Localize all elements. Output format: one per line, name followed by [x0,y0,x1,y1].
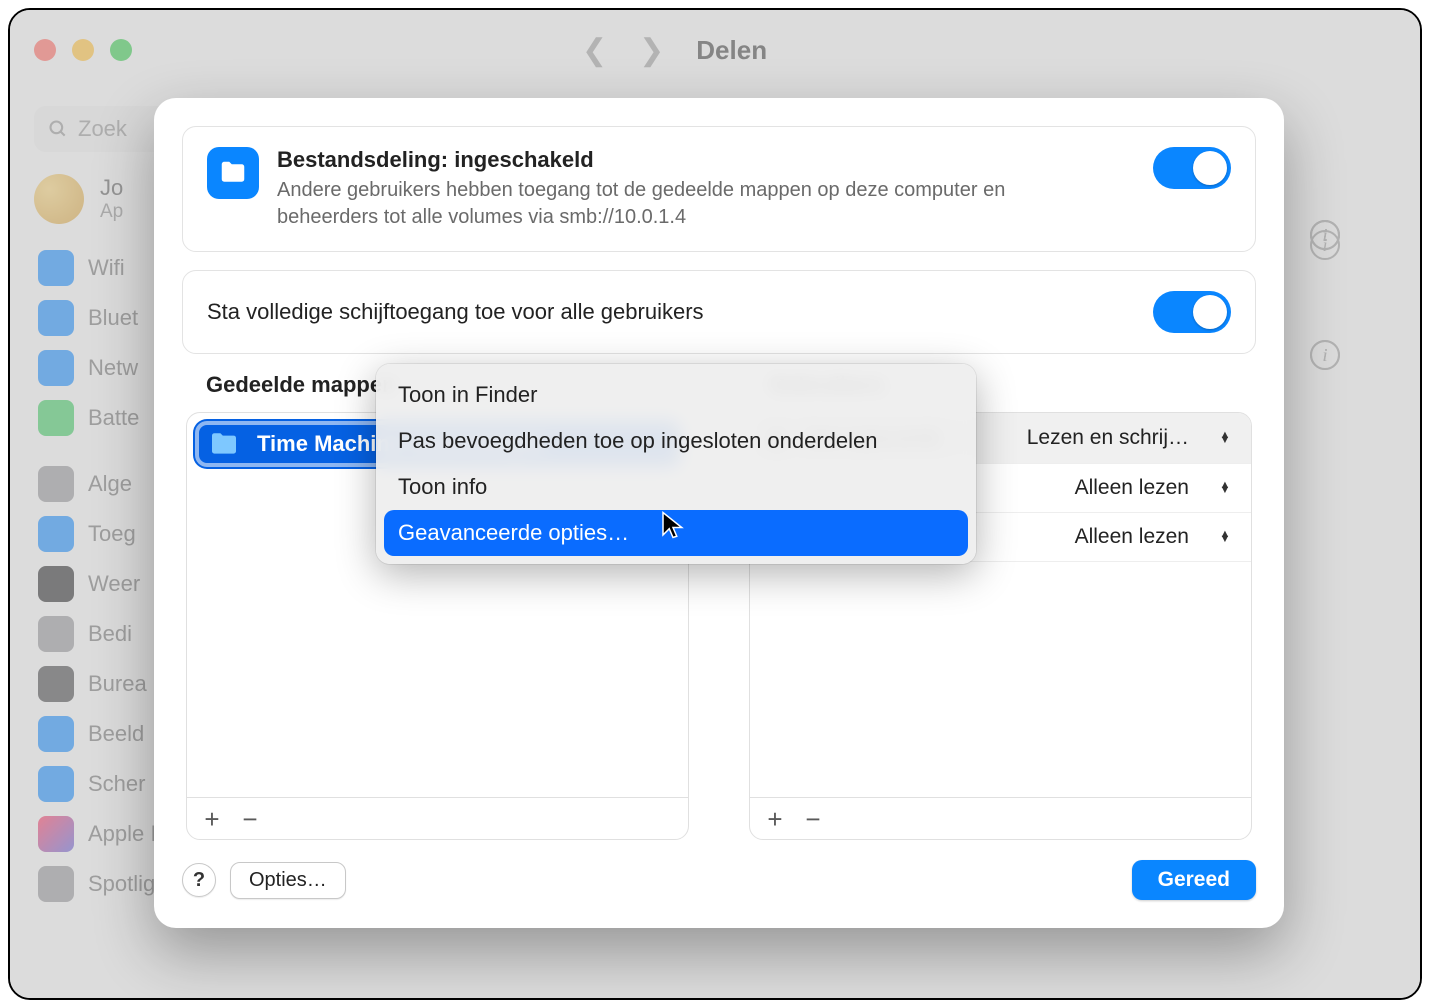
permission-value: Alleen lezen [1075,476,1189,500]
done-button[interactable]: Gereed [1132,860,1256,900]
folder-share-icon [207,147,259,199]
permission-stepper[interactable]: ▲▼ [1215,476,1235,500]
permission-stepper[interactable]: ▲▼ [1215,426,1235,450]
file-sharing-panel: Bestandsdeling: ingeschakeld Andere gebr… [182,126,1256,252]
full-disk-toggle[interactable] [1153,291,1231,333]
permission-stepper[interactable]: ▲▼ [1215,525,1235,549]
file-sharing-title: Bestandsdeling: ingeschakeld [277,147,1135,173]
remove-folder-button[interactable]: − [235,804,265,834]
file-sharing-toggle[interactable] [1153,147,1231,189]
permission-value: Lezen en schrij… [1027,426,1189,450]
help-button[interactable]: ? [182,863,216,897]
file-sharing-description: Andere gebruikers hebben toegang tot de … [277,177,1057,231]
add-folder-button[interactable]: + [197,804,227,834]
folder-icon [209,432,239,456]
ctx-show-info[interactable]: Toon info [384,464,968,510]
remove-user-button[interactable]: − [798,804,828,834]
ctx-apply-permissions[interactable]: Pas bevoegdheden toe op ingesloten onder… [384,418,968,464]
sheet-footer: ? Opties… Gereed [182,860,1256,900]
permission-value: Alleen lezen [1075,525,1189,549]
mouse-cursor-icon [660,510,686,545]
add-user-button[interactable]: + [760,804,790,834]
ctx-show-in-finder[interactable]: Toon in Finder [384,372,968,418]
options-button[interactable]: Opties… [230,862,346,899]
full-disk-access-panel: Sta volledige schijftoegang toe voor all… [182,270,1256,354]
full-disk-label: Sta volledige schijftoegang toe voor all… [207,299,704,325]
